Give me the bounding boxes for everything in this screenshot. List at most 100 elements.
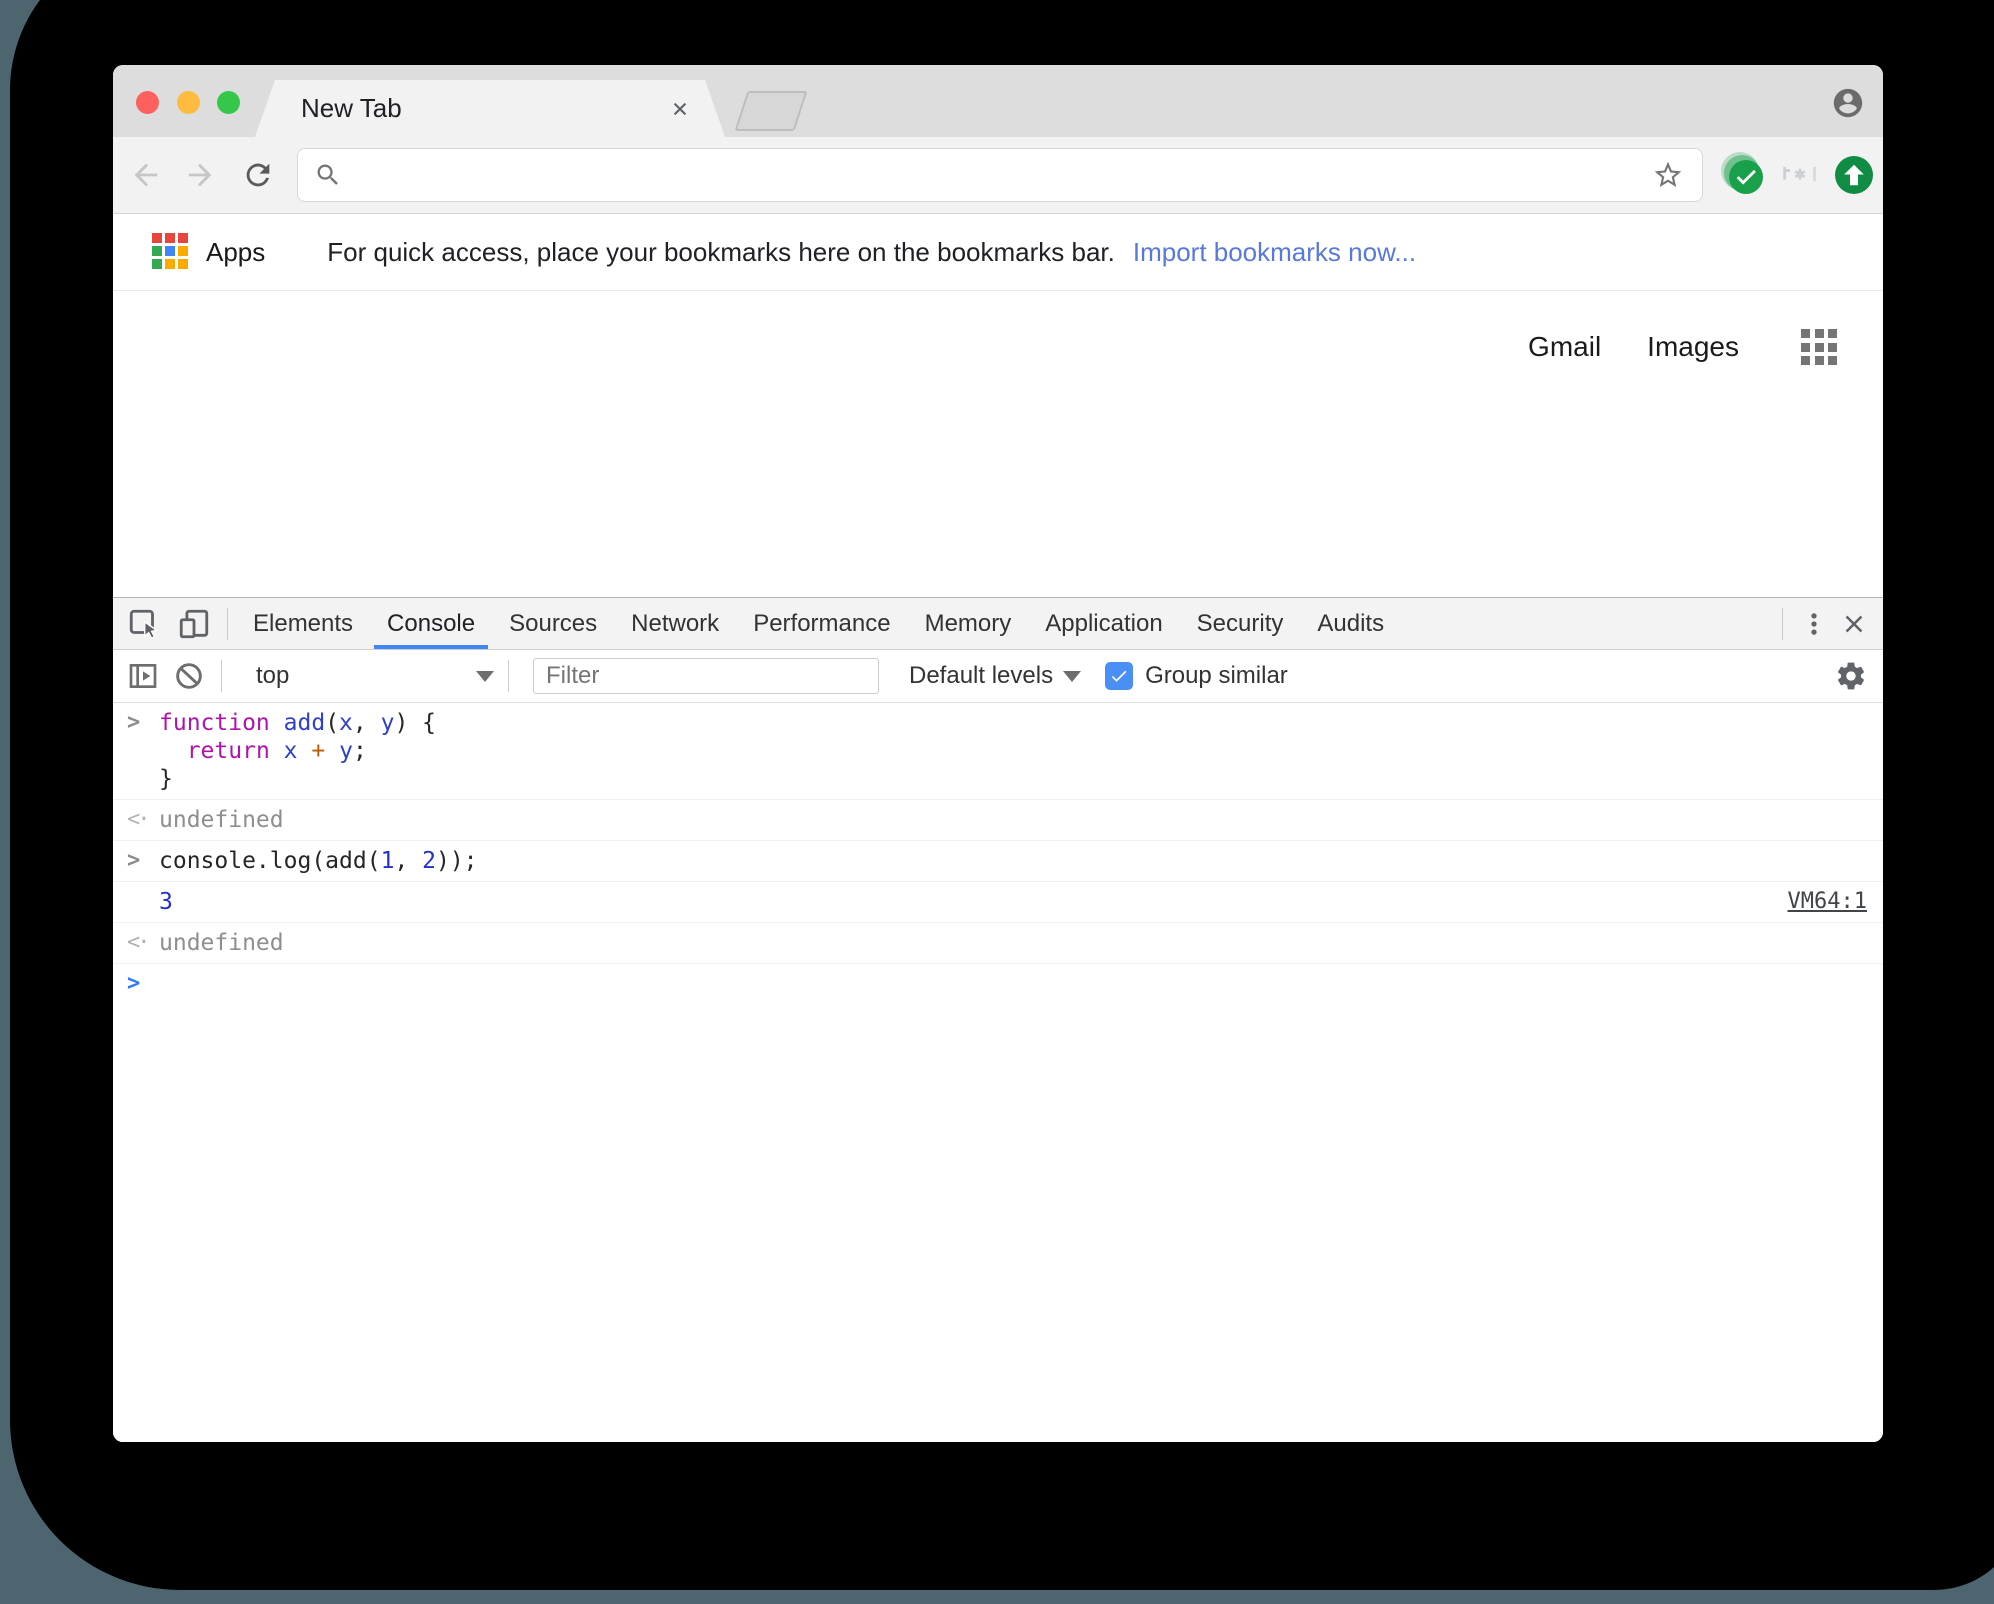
new-tab-button[interactable] (734, 91, 808, 131)
apps-label[interactable]: Apps (206, 237, 265, 268)
tab-memory[interactable]: Memory (908, 598, 1029, 649)
console-entry-text: undefined (159, 930, 284, 956)
input-chevron-icon: > (127, 710, 141, 735)
google-grid-square (1814, 342, 1824, 352)
reload-icon[interactable] (241, 158, 275, 192)
tab-audits[interactable]: Audits (1300, 598, 1401, 649)
tab-strip: New Tab (113, 65, 1883, 137)
tab-elements[interactable]: Elements (236, 598, 370, 649)
console-entry-text: function add(x, y) { return x + y;} (159, 710, 437, 792)
console-entry-text: undefined (159, 807, 284, 833)
apps-grid-square (152, 233, 162, 243)
result-arrow-icon: <· (127, 930, 151, 955)
console-entry-text: 3 (159, 889, 173, 915)
group-similar-label: Group similar (1145, 662, 1288, 689)
divider (1782, 607, 1783, 640)
google-grid-square (1828, 342, 1837, 352)
tab-title: New Tab (301, 93, 402, 123)
back-icon[interactable] (129, 158, 163, 192)
context-selector-value: top (256, 662, 290, 689)
google-grid-square (1814, 329, 1824, 338)
tab-console[interactable]: Console (370, 598, 492, 649)
apps-grid-square (178, 233, 188, 243)
new-tab-page: Gmail Images (113, 291, 1883, 597)
apps-grid-icon[interactable] (152, 233, 190, 271)
profile-icon[interactable] (1831, 86, 1865, 120)
minimize-window-button[interactable] (177, 91, 200, 114)
tab-security[interactable]: Security (1180, 598, 1301, 649)
inactive-extension-icon[interactable] (1781, 156, 1819, 194)
images-link[interactable]: Images (1647, 331, 1739, 363)
console-entry-text: console.log(add(1, 2)); (159, 848, 478, 874)
gmail-link[interactable]: Gmail (1528, 331, 1601, 363)
console-entry-log: 3 VM64:1 (113, 881, 1883, 922)
prompt-chevron-icon: > (127, 971, 141, 996)
input-chevron-icon: > (127, 848, 141, 873)
bookmarks-message: For quick access, place your bookmarks h… (327, 236, 1115, 267)
divider (508, 660, 509, 692)
result-arrow-icon: <· (127, 807, 151, 832)
devtools-tabs: Elements Console Sources Network Performance… (236, 598, 1401, 649)
clear-console-icon[interactable] (173, 660, 205, 692)
search-icon (317, 164, 338, 185)
divider (227, 607, 228, 640)
check-icon (1111, 670, 1127, 682)
google-grid-square (1801, 329, 1810, 338)
tab-performance[interactable]: Performance (736, 598, 907, 649)
forward-icon[interactable] (183, 158, 217, 192)
browser-tab[interactable]: New Tab (255, 80, 725, 137)
console-filter-input[interactable] (533, 658, 879, 694)
console-entry-text (159, 970, 1867, 998)
group-similar-checkbox[interactable] (1105, 662, 1134, 690)
devtools-tab-bar: Elements Console Sources Network Performance… (113, 598, 1883, 650)
divider (221, 660, 222, 692)
console-entry-prompt[interactable]: > (113, 963, 1883, 1004)
console-entry-input: > function add(x, y) { return x + y;} (113, 703, 1883, 799)
address-bar-input[interactable] (352, 154, 1642, 196)
devtools-menu-icon[interactable] (1799, 609, 1829, 639)
source-location-link[interactable]: VM64:1 (1788, 888, 1867, 916)
extension-upload-icon[interactable] (1835, 156, 1873, 194)
console-entry-input: > console.log(add(1, 2)); (113, 840, 1883, 881)
browser-window: New Tab Apps For quick access, place you… (113, 65, 1883, 1442)
console-entry-result: <· undefined (113, 799, 1883, 840)
navigation-bar (113, 137, 1883, 214)
google-grid-square (1828, 329, 1837, 338)
chevron-down-icon (1063, 670, 1082, 682)
console-entry-result: <· undefined (113, 922, 1883, 963)
context-selector[interactable]: top (230, 650, 508, 702)
google-grid-square (1814, 356, 1824, 365)
tab-application[interactable]: Application (1028, 598, 1179, 649)
tab-network[interactable]: Network (614, 598, 736, 649)
google-grid-square (1801, 356, 1810, 365)
apps-grid-square (178, 259, 188, 269)
apps-grid-square (165, 259, 175, 269)
devtools-panel: Elements Console Sources Network Performance… (113, 597, 1883, 1442)
tab-sources[interactable]: Sources (492, 598, 614, 649)
apps-grid-square (152, 246, 162, 256)
device-toolbar-icon[interactable] (177, 607, 211, 641)
zoom-window-button[interactable] (217, 91, 240, 114)
apps-grid-square (165, 233, 175, 243)
settings-gear-icon[interactable] (1835, 660, 1867, 692)
bookmark-star-icon[interactable] (1652, 159, 1684, 191)
console-output[interactable]: > function add(x, y) { return x + y;} <· un… (113, 703, 1883, 1442)
chevron-down-icon (476, 670, 494, 682)
apps-grid-square (165, 246, 175, 256)
tab-close-icon[interactable] (667, 96, 693, 122)
address-bar[interactable] (297, 148, 1703, 202)
inspect-element-icon[interactable] (127, 607, 161, 641)
google-grid-square (1801, 342, 1810, 352)
apps-grid-square (152, 259, 162, 269)
log-levels-selector[interactable]: Default levels (909, 662, 1082, 690)
log-levels-value: Default levels (909, 662, 1054, 689)
extension-check-icon[interactable] (1721, 152, 1763, 194)
console-toolbar: top Default levels Group similar (113, 650, 1883, 703)
console-sidebar-icon[interactable] (127, 660, 159, 692)
google-grid-square (1828, 356, 1837, 365)
google-apps-icon[interactable] (1801, 329, 1837, 365)
bookmarks-bar: Apps For quick access, place your bookma… (113, 214, 1883, 291)
close-window-button[interactable] (136, 91, 159, 114)
devtools-close-icon[interactable] (1839, 609, 1869, 639)
import-bookmarks-link[interactable]: Import bookmarks now... (1133, 237, 1416, 268)
